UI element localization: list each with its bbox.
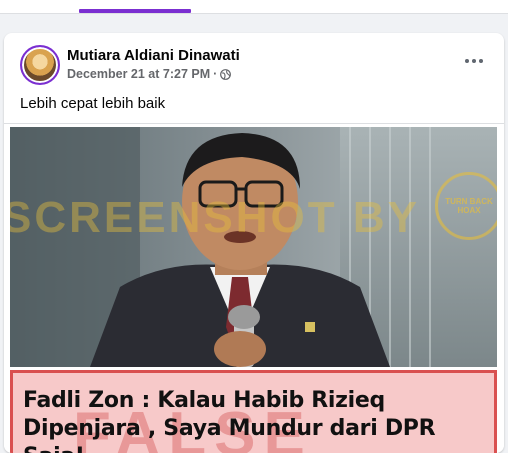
globe-icon: [220, 68, 232, 80]
avatar-image: [22, 47, 58, 83]
more-options-icon: [465, 59, 469, 63]
more-options-dot: [479, 59, 483, 63]
active-tab-indicator: [79, 9, 191, 13]
more-options-dot: [472, 59, 476, 63]
stamp-label: TURN BACK HOAX: [445, 197, 493, 215]
post-image[interactable]: SCREENSHOT BY TURN BACK HOAX FALSE Fadli…: [4, 123, 504, 453]
post-card: Mutiara Aldiani Dinawati December 21 at …: [4, 33, 504, 453]
watermark-text: SCREENSHOT BY: [10, 193, 420, 242]
post-text: Lebih cepat lebih baik: [20, 95, 166, 112]
author-name[interactable]: Mutiara Aldiani Dinawati: [67, 47, 240, 64]
photo: SCREENSHOT BY TURN BACK HOAX: [10, 127, 497, 367]
author-avatar[interactable]: [20, 45, 60, 85]
image-caption: Fadli Zon : Kalau Habib Rizieq Dipenjara…: [23, 388, 436, 453]
meta-separator: ·: [213, 67, 218, 81]
top-navigation-bar: [0, 0, 508, 14]
photo-illustration: [10, 127, 497, 367]
more-options-button[interactable]: [460, 53, 488, 69]
post-meta: December 21 at 7:27 PM ·: [67, 67, 232, 81]
hoax-stamp: TURN BACK HOAX: [435, 172, 497, 240]
post-date[interactable]: December 21 at 7:27 PM: [67, 67, 210, 81]
image-caption-panel: FALSE Fadli Zon : Kalau Habib Rizieq Dip…: [10, 370, 497, 453]
